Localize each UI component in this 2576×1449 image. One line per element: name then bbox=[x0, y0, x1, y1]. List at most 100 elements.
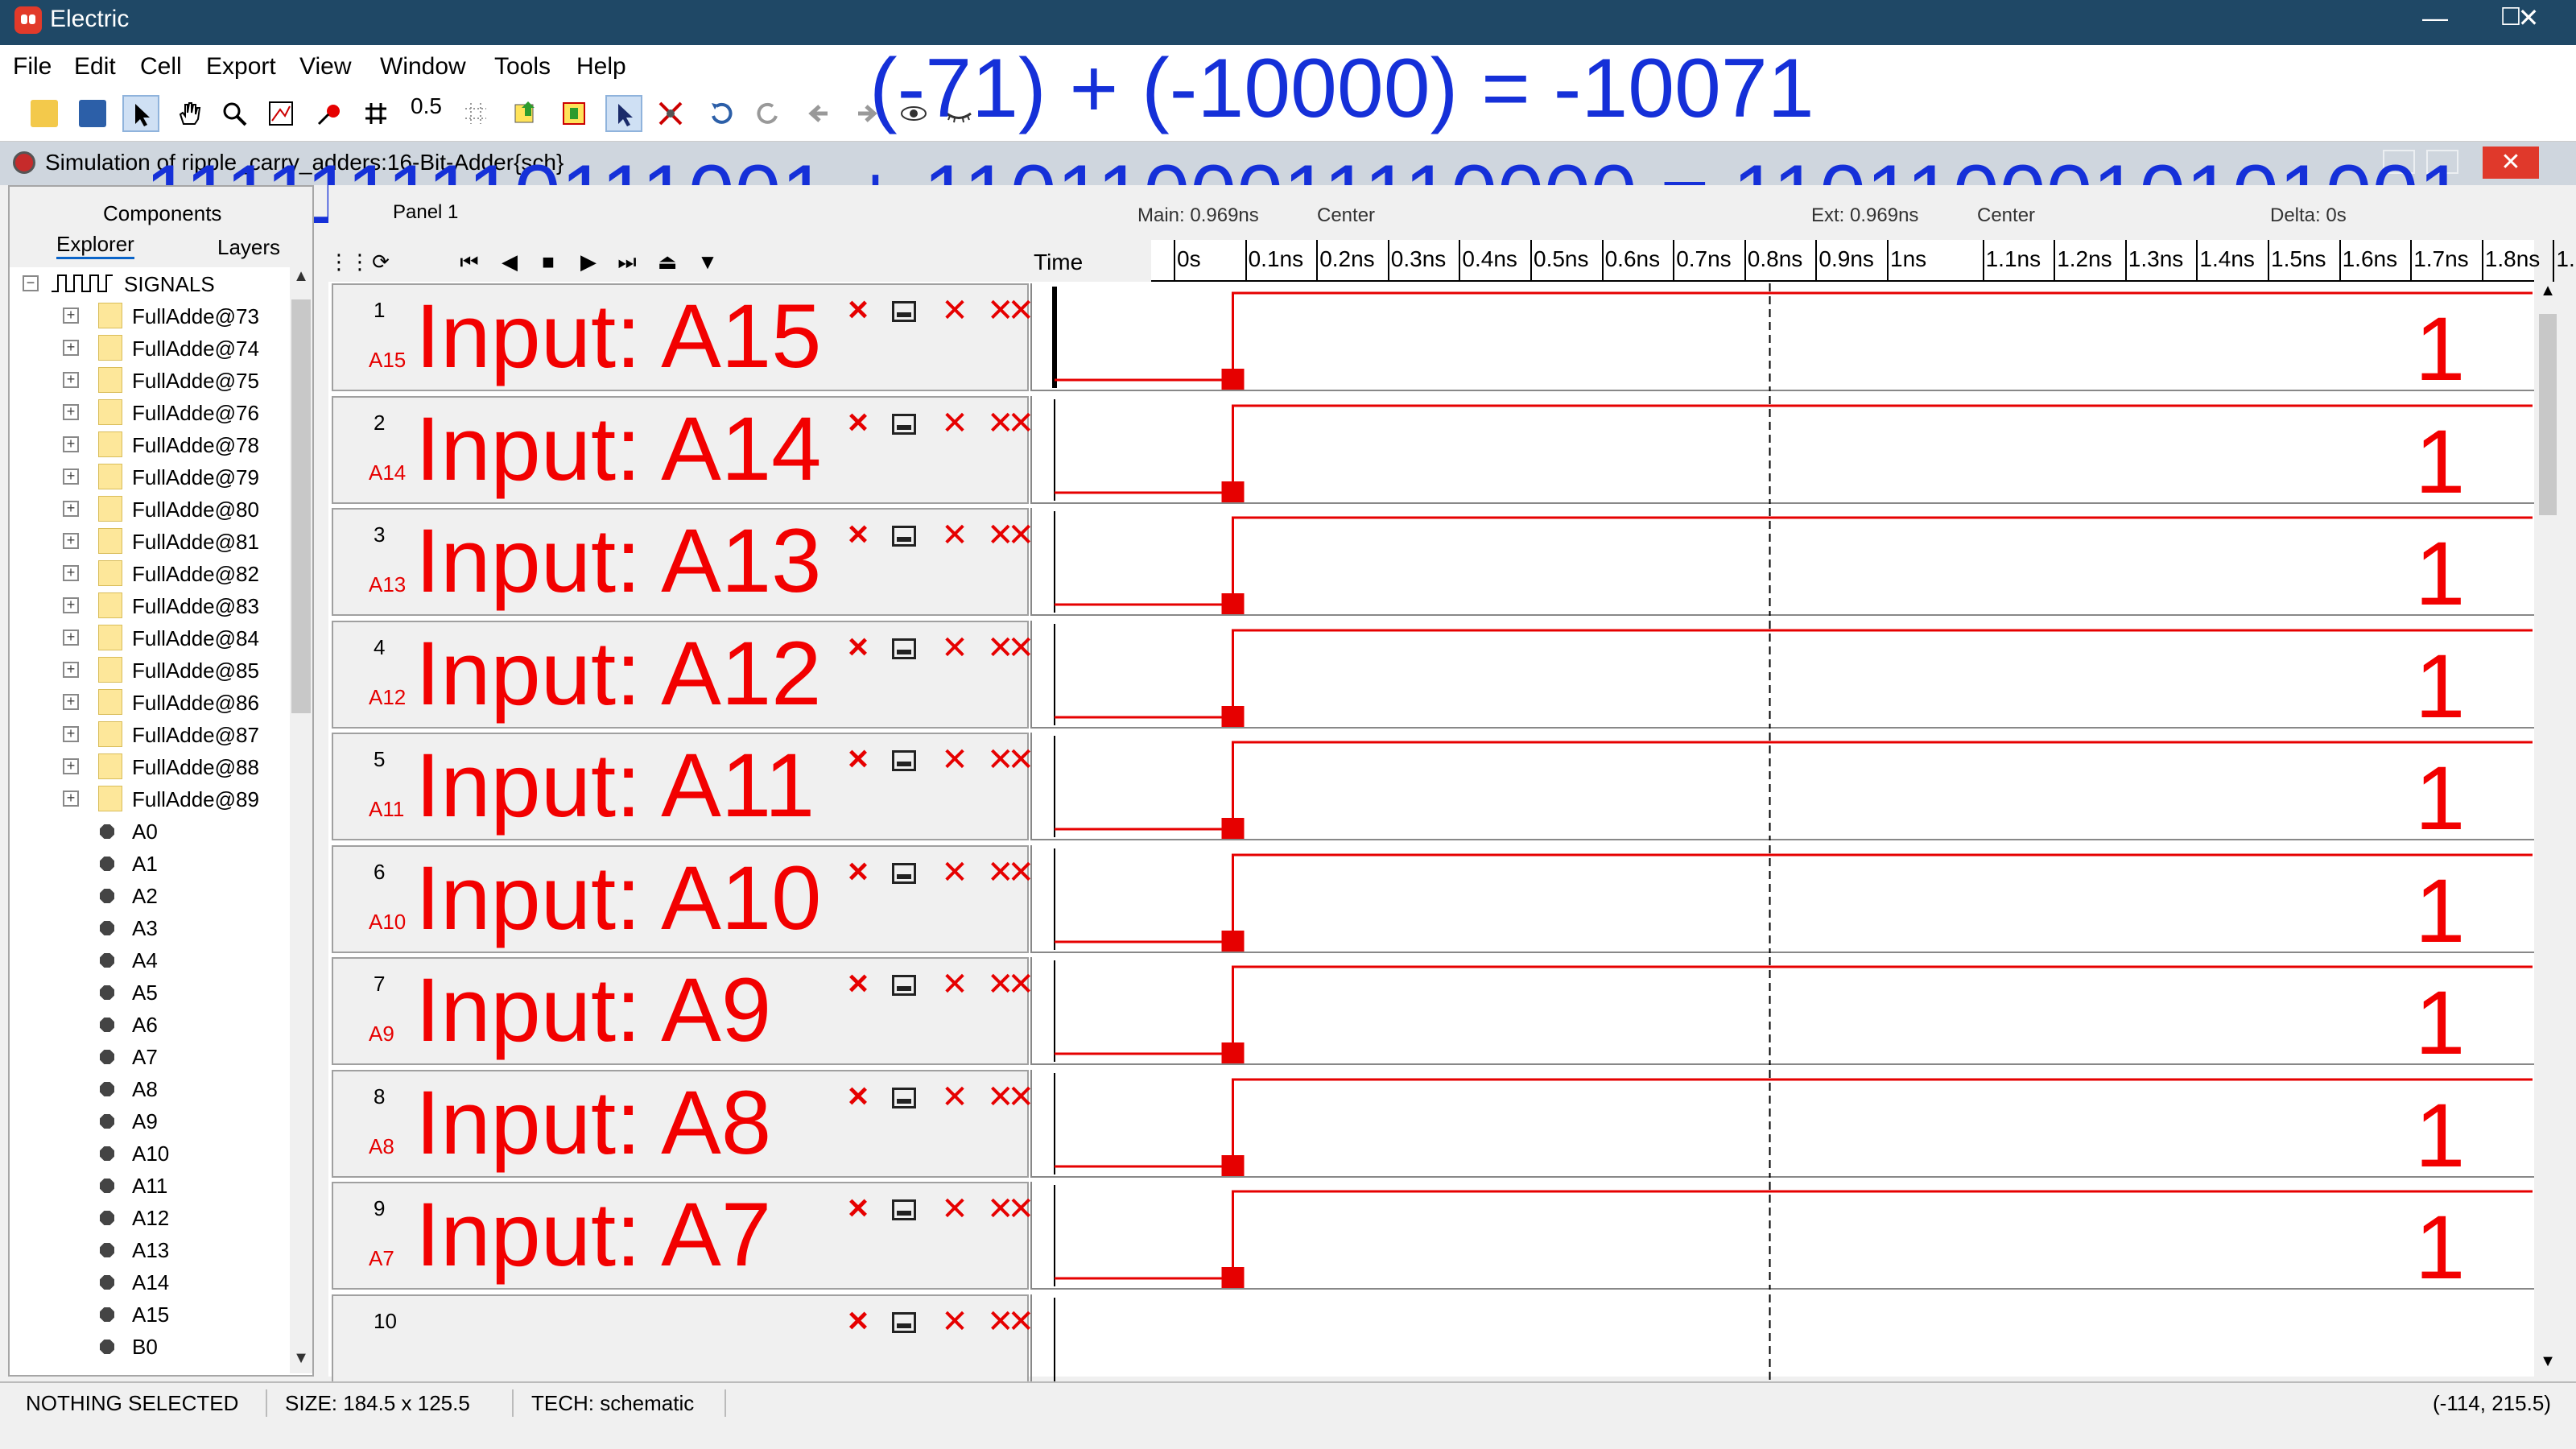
tree-signal[interactable]: A4 bbox=[10, 943, 283, 976]
remove-signal-icon[interactable]: × bbox=[842, 404, 874, 440]
signal-row[interactable]: 7 A9 Input: A9 × ✕ ✕✕ 1 bbox=[328, 957, 2534, 1070]
redo-icon[interactable] bbox=[749, 95, 786, 132]
tree-root-signals[interactable]: − SIGNALS bbox=[10, 267, 283, 299]
tree-signal[interactable]: A15 bbox=[10, 1298, 283, 1330]
menu-edit[interactable]: Edit bbox=[74, 53, 116, 80]
collapse-signal-icon[interactable] bbox=[892, 1311, 916, 1333]
signal-row-header[interactable]: 5 A11 Input: A11 × ✕ ✕✕ bbox=[332, 733, 1034, 840]
tree-signal[interactable]: A8 bbox=[10, 1072, 283, 1104]
tree-folder[interactable]: + FullAdde@78 bbox=[10, 428, 283, 460]
collapse-icon[interactable]: − bbox=[23, 275, 39, 291]
probe-icon[interactable] bbox=[311, 95, 348, 132]
tree-folder[interactable]: + FullAdde@88 bbox=[10, 750, 283, 782]
delete-signal-icon[interactable]: ✕ bbox=[939, 1081, 971, 1113]
tree-signal[interactable]: A7 bbox=[10, 1040, 283, 1072]
back-icon[interactable] bbox=[802, 95, 839, 132]
signal-row[interactable]: 9 A7 Input: A7 × ✕ ✕✕ 1 bbox=[328, 1182, 2534, 1294]
expand-icon[interactable]: + bbox=[63, 340, 79, 356]
expand-icon[interactable]: + bbox=[63, 533, 79, 549]
delete-all-icon[interactable]: ✕✕ bbox=[987, 632, 1034, 664]
collapse-signal-icon[interactable] bbox=[892, 526, 916, 547]
menu-help[interactable]: Help bbox=[576, 53, 626, 80]
signal-row-header[interactable]: 1 A15 Input: A15 × ✕ ✕✕ bbox=[332, 283, 1034, 391]
grid-toggle-icon[interactable]: ⋮⋮ bbox=[328, 250, 370, 274]
signal-row-header[interactable]: 7 A9 Input: A9 × ✕ ✕✕ bbox=[332, 957, 1034, 1065]
remove-signal-icon[interactable]: × bbox=[842, 517, 874, 552]
signal-row-header[interactable]: 4 A12 Input: A12 × ✕ ✕✕ bbox=[332, 620, 1034, 729]
tree-signal[interactable]: A9 bbox=[10, 1104, 283, 1137]
tab-layers[interactable]: Layers bbox=[217, 235, 280, 260]
expand-icon[interactable]: + bbox=[63, 726, 79, 742]
delete-all-icon[interactable]: ✕✕ bbox=[987, 744, 1034, 776]
waveform-plot[interactable]: 1 bbox=[1030, 395, 2534, 506]
signal-row-header[interactable]: 2 A14 Input: A14 × ✕ ✕✕ bbox=[332, 395, 1034, 504]
dotted-grid-icon[interactable] bbox=[457, 95, 494, 132]
collapse-signal-icon[interactable] bbox=[892, 413, 916, 435]
tree-folder[interactable]: + FullAdde@87 bbox=[10, 718, 283, 750]
tree-signal[interactable]: A5 bbox=[10, 976, 283, 1008]
menu-export[interactable]: Export bbox=[206, 53, 276, 80]
remove-signal-icon[interactable]: × bbox=[842, 1078, 874, 1113]
signal-row[interactable]: 6 A10 Input: A10 × ✕ ✕✕ 1 bbox=[328, 844, 2534, 958]
delete-all-icon[interactable]: ✕✕ bbox=[987, 519, 1034, 551]
center-button-2[interactable]: Center bbox=[1977, 204, 2035, 227]
expand-icon[interactable]: + bbox=[63, 694, 79, 710]
remove-signal-icon[interactable]: × bbox=[842, 853, 874, 889]
expand-icon[interactable]: + bbox=[63, 565, 79, 581]
magnifier-icon[interactable] bbox=[216, 95, 253, 132]
time-ruler[interactable]: 0s 0.1ns 0.2ns 0.3ns 0.4ns 0.5ns 0.6ns 0.7ns 0.8… bbox=[1151, 240, 2576, 282]
delete-signal-icon[interactable]: ✕ bbox=[939, 519, 971, 551]
waveform-plot[interactable]: 1 bbox=[1030, 844, 2534, 956]
scroll-thumb[interactable] bbox=[291, 299, 311, 713]
remove-signal-icon[interactable]: × bbox=[842, 629, 874, 664]
tree-folder[interactable]: + FullAdde@79 bbox=[10, 460, 283, 493]
collapse-signal-icon[interactable] bbox=[892, 750, 916, 771]
signal-row[interactable]: 4 A12 Input: A12 × ✕ ✕✕ 1 bbox=[328, 620, 2534, 733]
collapse-signal-icon[interactable] bbox=[892, 975, 916, 996]
hand-icon[interactable] bbox=[171, 95, 208, 132]
tree-signal[interactable]: A14 bbox=[10, 1265, 283, 1298]
close-button[interactable]: ✕ bbox=[2491, 0, 2566, 37]
signal-row-header[interactable]: 8 A8 Input: A8 × ✕ ✕✕ bbox=[332, 1069, 1034, 1178]
delete-signal-icon[interactable]: ✕ bbox=[939, 407, 971, 440]
arrow-up-icon[interactable] bbox=[509, 95, 546, 132]
tree-signal[interactable]: A1 bbox=[10, 847, 283, 879]
waveform-scrollbar[interactable]: ▲ ▼ bbox=[2534, 282, 2562, 1377]
menu-view[interactable]: View bbox=[299, 53, 351, 80]
signal-row-header[interactable]: 6 A10 Input: A10 × ✕ ✕✕ bbox=[332, 844, 1034, 953]
tab-explorer[interactable]: Explorer bbox=[56, 232, 134, 259]
signal-row-header[interactable]: 9 A7 Input: A7 × ✕ ✕✕ bbox=[332, 1182, 1034, 1290]
remove-signal-icon[interactable]: × bbox=[842, 741, 874, 777]
expand-icon[interactable]: + bbox=[63, 597, 79, 613]
delete-all-icon[interactable]: ✕✕ bbox=[987, 1306, 1034, 1338]
play-icon[interactable]: ▶ bbox=[576, 250, 601, 274]
panel-label[interactable]: Panel 1 bbox=[393, 201, 458, 224]
stop-icon[interactable]: ■ bbox=[536, 250, 560, 274]
tree-folder[interactable]: + FullAdde@82 bbox=[10, 557, 283, 589]
tools-icon[interactable] bbox=[652, 95, 689, 132]
fast-forward-icon[interactable]: ⏭ bbox=[615, 250, 639, 274]
signal-row-header[interactable]: 3 A13 Input: A13 × ✕ ✕✕ bbox=[332, 508, 1034, 616]
expand-icon[interactable]: + bbox=[63, 436, 79, 452]
collapse-signal-icon[interactable] bbox=[892, 1199, 916, 1220]
pointer-icon[interactable] bbox=[122, 95, 159, 132]
delete-signal-icon[interactable]: ✕ bbox=[939, 857, 971, 889]
tree-signal[interactable]: A12 bbox=[10, 1201, 283, 1233]
delete-all-icon[interactable]: ✕✕ bbox=[987, 407, 1034, 440]
tree-folder[interactable]: + FullAdde@74 bbox=[10, 332, 283, 364]
delete-all-icon[interactable]: ✕✕ bbox=[987, 968, 1034, 1001]
tree-signal[interactable]: A13 bbox=[10, 1233, 283, 1265]
select-icon[interactable] bbox=[605, 95, 642, 132]
tree-signal[interactable]: A3 bbox=[10, 911, 283, 943]
refresh-sim-icon[interactable]: ⟳ bbox=[369, 250, 393, 274]
tree-signal[interactable]: A11 bbox=[10, 1169, 283, 1201]
waveform-plot[interactable]: 1 bbox=[1030, 508, 2534, 619]
delete-signal-icon[interactable]: ✕ bbox=[939, 295, 971, 327]
menu-cell[interactable]: Cell bbox=[140, 53, 182, 80]
open-folder-icon[interactable] bbox=[26, 95, 63, 132]
expand-icon[interactable]: + bbox=[63, 791, 79, 807]
remove-signal-icon[interactable]: × bbox=[842, 1191, 874, 1226]
step-back-icon[interactable]: ◀ bbox=[497, 250, 522, 274]
refresh-icon[interactable] bbox=[704, 95, 741, 132]
tree-signal[interactable]: A2 bbox=[10, 879, 283, 911]
